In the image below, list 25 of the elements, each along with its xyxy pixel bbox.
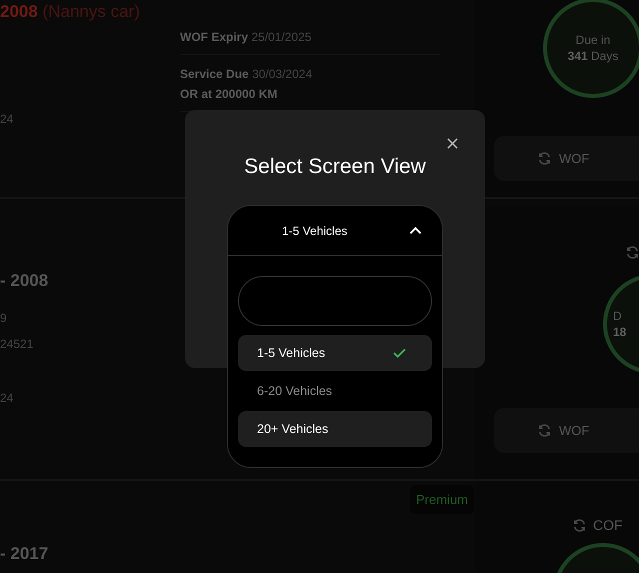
detail-value: 9: [0, 311, 8, 325]
refresh-icon: [537, 151, 552, 166]
search-field[interactable]: [238, 276, 432, 326]
detail-note: OR at 200000 KM: [180, 87, 278, 101]
detail-line: WOF Expiry 25/01/2025: [180, 30, 312, 44]
close-icon[interactable]: [447, 138, 458, 149]
vehicle-title: - 2017: [0, 544, 50, 564]
detail-line: Service Due 30/03/2024: [180, 67, 314, 81]
detail-value: 24: [0, 112, 14, 126]
modal-title: Select Screen View: [243, 155, 427, 179]
due-label: Due in: [576, 33, 610, 47]
due-count: 18: [613, 325, 626, 339]
dropdown-option[interactable]: 20+ Vehicles: [238, 411, 432, 447]
cof-label: COF: [593, 517, 623, 533]
refresh-icon: [537, 423, 552, 438]
dropdown-toggle[interactable]: 1-5 Vehicles: [228, 206, 442, 256]
due-count: 341 Days: [568, 49, 618, 63]
detail-value: 24: [0, 391, 14, 405]
dropdown-option[interactable]: 6-20 Vehicles: [238, 373, 432, 409]
plan-badge: Premium: [410, 485, 474, 514]
vehicle-title: - 2008: [0, 271, 50, 291]
vehicle-title: 2008 (Nannys car): [0, 2, 141, 22]
dropdown-option[interactable]: 1-5 Vehicles: [238, 335, 432, 371]
due-label: D: [613, 309, 622, 323]
detail-value: 24521: [0, 337, 34, 351]
